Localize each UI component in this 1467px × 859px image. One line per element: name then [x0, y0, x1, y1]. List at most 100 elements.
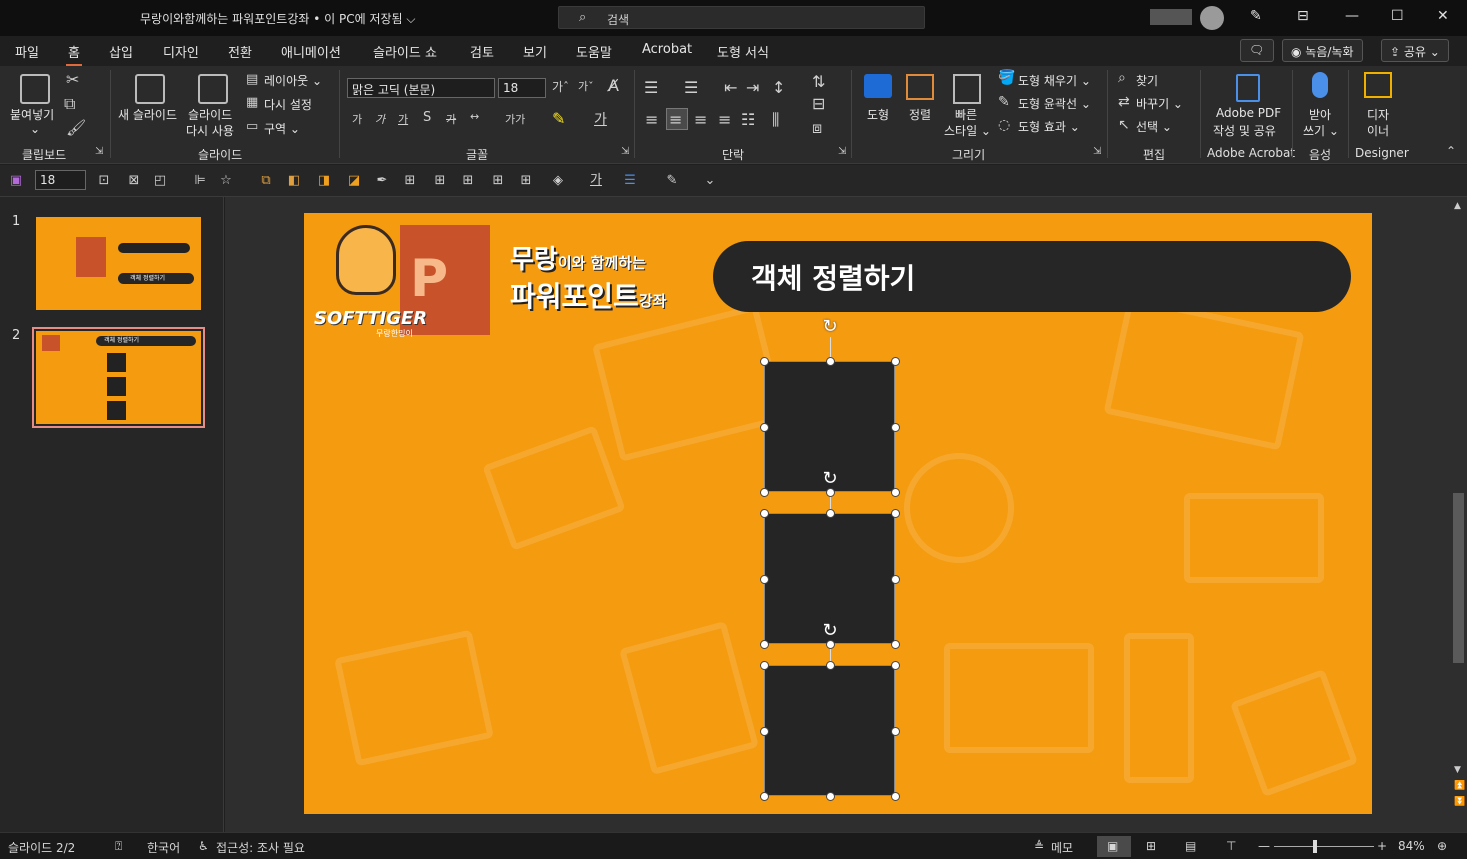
- eyedropper-icon[interactable]: ✒: [374, 173, 390, 189]
- slide-canvas[interactable]: P SOFTTIGER 무랑한밍이 무랑이와 함께하는 파워포인트강좌 객체 정…: [304, 213, 1372, 814]
- slideshow-icon[interactable]: ⊤: [1226, 839, 1236, 853]
- resize-handle[interactable]: [891, 575, 900, 584]
- dialog-launcher-icon[interactable]: ⇲: [95, 146, 103, 157]
- resize-handle[interactable]: [891, 509, 900, 518]
- table2-icon[interactable]: ⊞: [460, 173, 476, 189]
- align-text-icon[interactable]: ⊟: [812, 94, 825, 113]
- zoom-out-icon[interactable]: —: [1258, 839, 1270, 853]
- tab-acrobat[interactable]: Acrobat: [642, 42, 692, 57]
- microphone-icon[interactable]: [1312, 72, 1328, 98]
- copy-icon[interactable]: ⧉: [64, 94, 75, 114]
- smartart-icon[interactable]: ⧈: [812, 118, 822, 138]
- resize-handle[interactable]: [891, 488, 900, 497]
- vertical-scrollbar[interactable]: ▲ ▼ ⏫ ⏬: [1450, 197, 1467, 832]
- selected-rectangle-3[interactable]: [764, 665, 895, 796]
- maximize-button[interactable]: ☐: [1391, 8, 1404, 24]
- resize-handle[interactable]: [891, 357, 900, 366]
- zoom-in-icon[interactable]: +: [1377, 839, 1387, 853]
- tab-file[interactable]: 파일: [15, 42, 39, 61]
- resize-handle[interactable]: [891, 727, 900, 736]
- resize-handle[interactable]: [760, 727, 769, 736]
- tab-slideshow[interactable]: 슬라이드 쇼: [373, 42, 437, 61]
- justify-icon[interactable]: ≡: [718, 110, 731, 129]
- resize-handle[interactable]: [826, 792, 835, 801]
- pen-icon[interactable]: ✎: [1250, 8, 1262, 24]
- spellcheck-icon[interactable]: ⍰: [115, 839, 122, 854]
- cut-icon[interactable]: ✂: [66, 70, 79, 89]
- fill-qat-icon[interactable]: ◈: [550, 173, 566, 189]
- strikethrough-icon[interactable]: 가: [446, 111, 456, 127]
- group-icon[interactable]: ⧉: [258, 173, 274, 189]
- replace-button[interactable]: 바꾸기 ⌄: [1136, 95, 1183, 112]
- resize-handle[interactable]: [891, 661, 900, 670]
- tab-shape-format[interactable]: 도형 서식: [717, 42, 769, 61]
- change-case-icon[interactable]: 가가: [505, 111, 525, 127]
- grow-font-icon[interactable]: 가ˆ: [552, 78, 569, 95]
- italic-icon[interactable]: 가: [375, 111, 385, 127]
- customize-qat-icon[interactable]: ⌄: [702, 173, 718, 189]
- paste-button[interactable]: 붙여넣기: [10, 106, 54, 123]
- clear-format-icon[interactable]: A̸: [608, 76, 619, 95]
- select-button[interactable]: 선택 ⌄: [1136, 118, 1172, 135]
- font-color-qat-icon[interactable]: 가: [588, 173, 604, 189]
- zoom-slider-thumb[interactable]: [1313, 840, 1317, 853]
- designer-line2[interactable]: 이너: [1367, 122, 1389, 139]
- shape-effects-button[interactable]: 도형 효과 ⌄: [1018, 118, 1080, 135]
- arrange-icon[interactable]: [906, 74, 934, 100]
- collapse-ribbon-icon[interactable]: ⌃: [1446, 144, 1456, 158]
- resize-handle[interactable]: [760, 792, 769, 801]
- account-name[interactable]: [1150, 9, 1192, 25]
- dictate-line2[interactable]: 쓰기 ⌄: [1303, 122, 1339, 139]
- crop-icon[interactable]: ⊠: [126, 173, 142, 189]
- table-icon[interactable]: ⊞: [432, 173, 448, 189]
- char-spacing-icon[interactable]: ↔: [470, 110, 479, 123]
- resize-handle[interactable]: [760, 423, 769, 432]
- font-name-select[interactable]: 맑은 고딕 (본문): [347, 78, 495, 98]
- dialog-launcher-icon[interactable]: ⇲: [621, 146, 629, 157]
- align-qat-icon[interactable]: ⊫: [192, 173, 208, 189]
- shapes-qat-icon[interactable]: ◰: [152, 173, 168, 189]
- zoom-level[interactable]: 84%: [1398, 839, 1425, 853]
- tab-review[interactable]: 검토: [470, 42, 494, 61]
- rotate-handle-icon[interactable]: ↻: [821, 318, 839, 336]
- grid-icon[interactable]: ⊞: [402, 173, 418, 189]
- paste-dropdown-icon[interactable]: ⌄: [30, 122, 40, 136]
- comments-button[interactable]: 🗨: [1240, 39, 1274, 62]
- resize-handle[interactable]: [891, 640, 900, 649]
- reuse-slides-line1[interactable]: 슬라이드: [188, 106, 232, 123]
- rotate-handle-icon[interactable]: ↻: [821, 622, 839, 640]
- paste-icon[interactable]: [20, 74, 50, 104]
- dialog-launcher-icon[interactable]: ⇲: [838, 146, 846, 157]
- shrink-font-icon[interactable]: 가ˇ: [578, 78, 594, 94]
- tab-animations[interactable]: 애니메이션: [281, 42, 341, 61]
- resize-handle[interactable]: [826, 661, 835, 670]
- resize-handle[interactable]: [760, 575, 769, 584]
- slide-sorter-icon[interactable]: ⊞: [1146, 839, 1156, 853]
- resize-handle[interactable]: [760, 357, 769, 366]
- document-title[interactable]: 무랑이와함께하는 파워포인트강좌 • 이 PC에 저장됨 ⌵: [140, 10, 415, 27]
- underline-icon[interactable]: 가: [398, 111, 408, 127]
- layout-button[interactable]: 레이아웃 ⌄: [264, 72, 322, 89]
- scroll-thumb[interactable]: [1453, 493, 1464, 663]
- reset-button[interactable]: 다시 설정: [264, 96, 312, 113]
- dictate-line1[interactable]: 받아: [1309, 106, 1331, 123]
- highlight-icon[interactable]: ✎: [552, 109, 565, 128]
- slide-thumbnail-2[interactable]: 객체 정렬하기: [32, 327, 205, 428]
- font-color-icon[interactable]: 가: [594, 109, 607, 129]
- language-indicator[interactable]: 한국어: [147, 839, 180, 856]
- line-weight-icon[interactable]: ☰: [622, 173, 638, 189]
- find-button[interactable]: 찾기: [1136, 72, 1158, 89]
- new-slide-icon[interactable]: [135, 74, 165, 104]
- align-right-icon[interactable]: ≡: [694, 110, 707, 129]
- arrange-button[interactable]: 정렬: [909, 106, 931, 123]
- line-spacing-icon[interactable]: ↕: [772, 78, 785, 97]
- decrease-indent-icon[interactable]: ⇤: [724, 78, 737, 97]
- textbox-icon[interactable]: ⊡: [96, 173, 112, 189]
- zoom-slider-track[interactable]: [1274, 846, 1374, 847]
- previous-slide-icon[interactable]: ⏫: [1454, 781, 1465, 791]
- qat-font-size-select[interactable]: 18: [35, 170, 86, 190]
- section-button[interactable]: 구역 ⌄: [264, 120, 300, 137]
- save-icon[interactable]: ▣: [8, 173, 24, 189]
- resize-handle[interactable]: [826, 509, 835, 518]
- quick-styles-icon[interactable]: [953, 74, 981, 104]
